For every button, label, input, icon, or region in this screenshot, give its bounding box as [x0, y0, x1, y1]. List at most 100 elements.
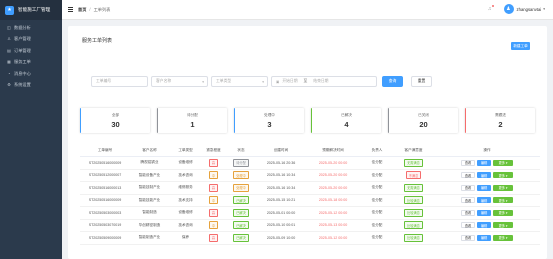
view-button[interactable]: 查看: [461, 222, 475, 229]
start-date-placeholder: 开始日期: [282, 79, 298, 83]
topbar: 首页 / 工单列表 ♫ ♟ zhangsanvtai ▾: [62, 0, 553, 20]
more-button[interactable]: 更多 ▾: [493, 209, 513, 216]
ticket-no-cell: ST20250516000009: [88, 160, 122, 165]
table-row[interactable]: ST20250503000003 智能制造 设备维修 高 已解决 2025-05-01 0…: [80, 207, 540, 220]
ticket-type-cell: 保养: [181, 235, 190, 240]
view-button[interactable]: 查看: [461, 234, 475, 241]
urgency-cell: 高: [202, 233, 225, 242]
edit-button[interactable]: 编辑: [477, 222, 491, 229]
status-cell: 已解决: [225, 233, 257, 242]
status-badge: 已解决: [233, 221, 249, 230]
created-time-cell: 2025-05-01 00:00: [266, 210, 296, 215]
view-button[interactable]: 查看: [461, 209, 475, 216]
stat-card[interactable]: 全部 30: [80, 108, 150, 133]
notification-bell-icon[interactable]: ♫: [488, 5, 494, 12]
menu-toggle-icon[interactable]: [68, 7, 73, 12]
username[interactable]: zhangsanvtai: [517, 7, 542, 12]
row-actions: 查看 编辑 更多 ▾: [434, 234, 540, 241]
table-row[interactable]: ST20250516000013 智能技制产业 维修服务 高 处理中 2025-05-16…: [80, 182, 540, 195]
sidebar-item-4[interactable]: ▦ 服务工单: [0, 57, 62, 69]
ticket-type-cell: 技术咨询: [178, 172, 193, 177]
assignee-cell: 佳分配: [371, 197, 383, 202]
edit-button[interactable]: 编辑: [477, 209, 491, 216]
urgency-tag: 中: [208, 221, 219, 230]
satisfaction-tag: 比较满意: [404, 221, 423, 230]
sidebar-item-6[interactable]: ⚙ 系统设置: [0, 80, 62, 92]
assignee-cell: 佳分配: [371, 210, 383, 215]
create-ticket-button[interactable]: 新建工单: [511, 42, 530, 50]
ticket-type-cell: 技术咨询: [178, 222, 193, 227]
bell-icon: ◔: [7, 70, 11, 76]
view-button[interactable]: 查看: [461, 159, 475, 166]
view-button[interactable]: 查看: [461, 172, 475, 179]
more-button[interactable]: 更多 ▾: [493, 159, 513, 166]
due-time-cell: 2025-05-20 00:00: [318, 185, 348, 190]
stat-card[interactable]: 处理中 3: [234, 108, 304, 133]
chevron-down-icon: ▾: [202, 79, 204, 84]
urgency-tag: 中: [208, 196, 219, 205]
urgency-tag: 高: [208, 158, 219, 167]
ticket-type-select[interactable]: 工单类型 ▾: [211, 76, 268, 87]
urgency-cell: 中: [202, 196, 225, 205]
more-button[interactable]: 更多 ▾: [493, 184, 513, 191]
reset-button[interactable]: 重置: [411, 76, 432, 87]
table-header: 工单编号 客户名称 工单类型 紧急程度 状态 创建时间 预期解决时间 负责人 客户满意度 操作: [80, 145, 540, 157]
breadcrumb-home[interactable]: 首页: [78, 7, 86, 13]
sidebar-item-3[interactable]: ▤ 订单管理: [0, 45, 62, 57]
customer-name-cell: 华创精密制造: [138, 222, 161, 227]
view-button[interactable]: 查看: [461, 197, 475, 204]
gear-icon: ⚙: [7, 82, 11, 88]
more-button[interactable]: 更多 ▾: [493, 172, 513, 179]
row-actions: 查看 编辑 更多 ▾: [434, 159, 540, 166]
ticket-no-cell: ST20250503070019: [88, 223, 122, 228]
column-header: 操作: [483, 148, 491, 152]
more-button[interactable]: 更多 ▾: [493, 234, 513, 241]
edit-button[interactable]: 编辑: [477, 159, 491, 166]
column-header: 创建时间: [273, 148, 289, 152]
customer-name-cell: 智能制造产业: [138, 235, 161, 240]
sidebar-item-1[interactable]: ◫ 数据分析: [0, 22, 62, 34]
table-row[interactable]: ST20250512000007 智能设备产业 技术咨询 中 处理中 2025-05-16…: [80, 170, 540, 182]
table-row[interactable]: ST20250516000009 腾视铝锅业 设备维修 高 待分配 2025-05-16 …: [80, 157, 540, 170]
filter-bar: 工单编号 客户名称 ▾ 工单类型 ▾ ▣ 开始日期 至 结束日期 查询 重置: [91, 76, 432, 87]
ticket-type-cell: 维修服务: [178, 185, 193, 190]
query-button[interactable]: 查询: [382, 76, 403, 87]
status-cell: 待分配: [225, 158, 257, 167]
date-range-picker[interactable]: ▣ 开始日期 至 结束日期: [271, 76, 377, 87]
stats-row: 全部 30 待分配 1 处理中 3 已解决 4 已关闭 20 需跟进 2: [80, 108, 535, 133]
urgency-tag: 高: [208, 233, 219, 242]
ticket-list-card: 服务工单列表 新建工单 工单编号 客户名称 ▾ 工单类型 ▾ ▣ 开始日期 至 结束…: [68, 26, 547, 259]
urgency-tag: 高: [208, 208, 219, 217]
ticket-no-input[interactable]: 工单编号: [91, 76, 148, 87]
satisfaction-cell: 无需满意: [393, 183, 434, 192]
stat-card[interactable]: 已解决 4: [311, 108, 381, 133]
customer-select[interactable]: 客户名称 ▾: [151, 76, 208, 87]
date-range-separator: 至: [303, 79, 308, 83]
more-button[interactable]: 更多 ▾: [493, 222, 513, 229]
stat-card[interactable]: 已关闭 20: [388, 108, 458, 133]
breadcrumb-current: 工单列表: [93, 6, 111, 12]
table-row[interactable]: ST20250509000009 智能制造产业 保养 高 已解决 2025-05-09 1…: [80, 232, 540, 245]
table-row[interactable]: ST20250503070019 华创精密制造 技术咨询 中 已解决 2025-05-10…: [80, 220, 540, 232]
assignee-cell: 佳分配: [371, 222, 383, 227]
column-header: 紧急程度: [206, 148, 221, 152]
edit-button[interactable]: 编辑: [477, 184, 491, 191]
stat-value: 30: [111, 119, 120, 129]
urgency-cell: 高: [202, 208, 225, 217]
chevron-down-icon[interactable]: ▾: [543, 7, 545, 11]
edit-button[interactable]: 编辑: [477, 197, 491, 204]
satisfaction-tag: 不满意: [405, 171, 422, 180]
ticket-no-cell: ST20250503000003: [88, 210, 122, 215]
edit-button[interactable]: 编辑: [477, 234, 491, 241]
stat-card[interactable]: 需跟进 2: [465, 108, 535, 133]
more-button[interactable]: 更多 ▾: [493, 197, 513, 204]
table-row[interactable]: ST20250516000009 智能技能产业 技术支持 中 已解决 2025-05-15…: [80, 195, 540, 207]
edit-button[interactable]: 编辑: [477, 172, 491, 179]
view-button[interactable]: 查看: [461, 184, 475, 191]
due-time-cell: 2025-05-20 00:00: [318, 160, 348, 165]
sidebar-item-2[interactable]: ♙ 客户管理: [0, 34, 62, 46]
sidebar-item-5[interactable]: ◔ 消息中心: [0, 68, 62, 80]
stat-card[interactable]: 待分配 1: [157, 108, 227, 133]
avatar[interactable]: ♟: [503, 4, 514, 14]
breadcrumb-separator: /: [89, 7, 91, 12]
